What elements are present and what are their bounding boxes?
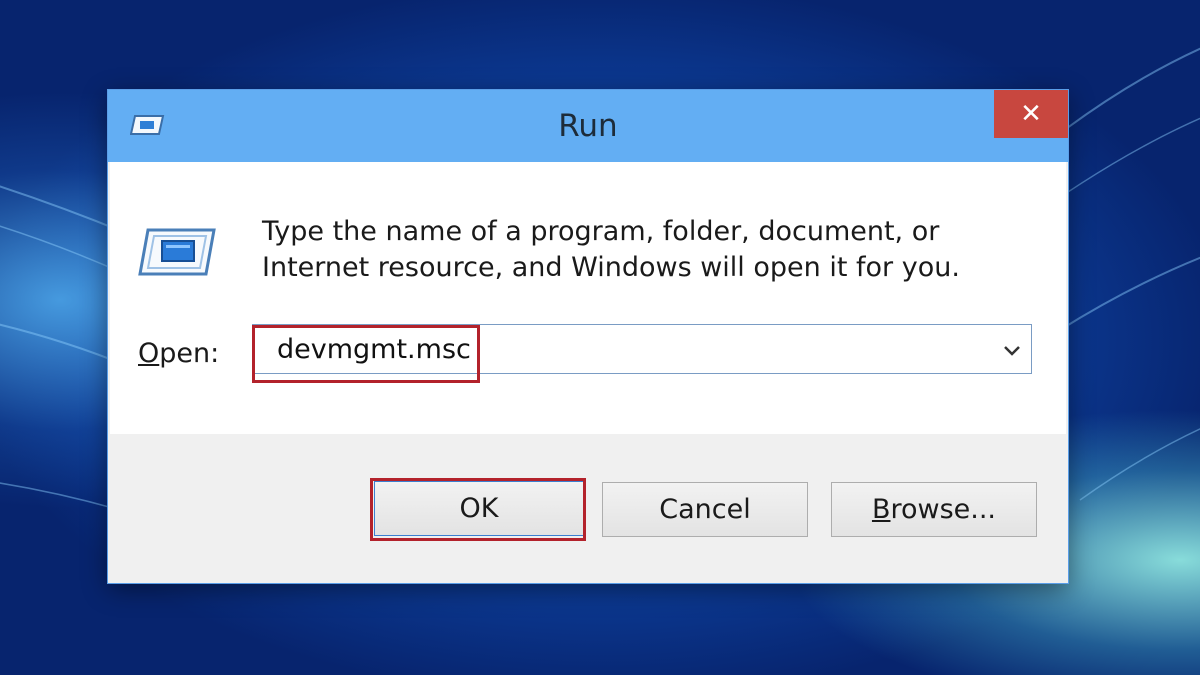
close-button[interactable]: ✕	[994, 90, 1068, 138]
window-title: Run	[558, 108, 618, 144]
dropdown-arrow-icon[interactable]	[1001, 339, 1023, 361]
description-text: Type the name of a program, folder, docu…	[262, 216, 960, 283]
ok-button[interactable]: OK	[374, 481, 584, 536]
browse-mnemonic: B	[871, 494, 891, 525]
open-input-value[interactable]: devmgmt.msc	[277, 325, 471, 375]
open-label-mnemonic: O	[138, 338, 160, 369]
dialog-content: Type the name of a program, folder, docu…	[110, 162, 1066, 434]
ok-button-label: OK	[459, 493, 499, 524]
cancel-button[interactable]: Cancel	[602, 482, 808, 537]
browse-button[interactable]: Browse...	[831, 482, 1037, 537]
open-label-rest: pen:	[159, 338, 220, 369]
close-icon: ✕	[1020, 99, 1042, 129]
browse-button-label: rowse...	[890, 494, 997, 525]
title-bar[interactable]: Run ✕	[108, 90, 1068, 162]
open-label: Open:	[138, 338, 219, 369]
run-dialog: Run ✕ Type the name of a program, folder…	[108, 90, 1068, 583]
run-large-icon	[138, 228, 216, 276]
cancel-button-label: Cancel	[659, 494, 751, 525]
open-combobox[interactable]: devmgmt.msc	[252, 324, 1032, 374]
